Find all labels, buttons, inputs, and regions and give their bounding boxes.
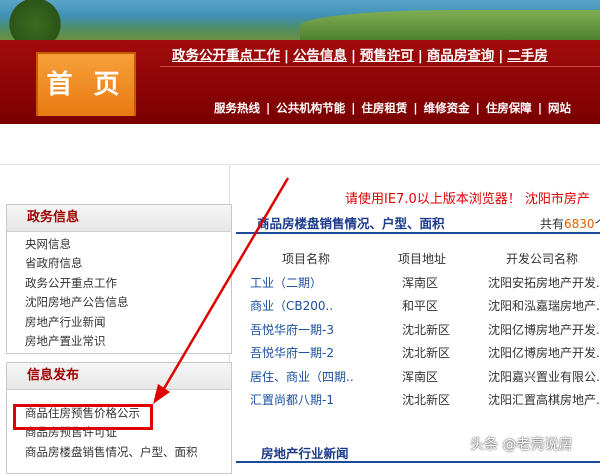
nav-link-housing-security[interactable]: 住房保障	[486, 101, 532, 115]
top-nav: 政务公开重点工作 | 公告信息 | 预售许可 | 商品房查询 | 二手房	[172, 48, 548, 64]
developer-name: 沈阳汇置高棋房地产...	[488, 393, 600, 407]
nav-link-site[interactable]: 网站	[548, 101, 571, 115]
sales-table: 项目名称 项目地址 开发公司名称 工业（二期） 浑南区 沈阳安拓房地产开发...…	[236, 248, 600, 413]
banner-tree	[0, 0, 70, 40]
nav-link-maintenance-fund[interactable]: 维修资金	[424, 101, 470, 115]
project-address: 浑南区	[402, 275, 439, 290]
table-row: 商业（CB200.. 和平区 沈阳和泓嘉瑞房地产...	[236, 295, 600, 319]
browser-notice: 请使用IE7.0以上版本浏览器！ 沈阳市房产	[345, 192, 590, 207]
info-release-title: 信息发布	[7, 363, 231, 390]
table-row: 汇置尚都八期-1 沈北新区 沈阳汇置高棋房地产...	[236, 389, 600, 413]
gov-info-title: 政务信息	[7, 205, 231, 232]
project-link[interactable]: 居住、商业（四期..	[250, 366, 354, 390]
project-link[interactable]: 商业（CB200..	[250, 295, 333, 319]
count-value: 6830	[564, 217, 595, 231]
nav-divider	[160, 66, 600, 67]
sidebar-item-sales-status[interactable]: 商品房楼盘销售情况、户型、面积	[25, 443, 231, 462]
secondary-nav: 服务热线 | 公共机构节能 | 住房租赁 | 维修资金 | 住房保障 | 网站	[214, 101, 572, 115]
project-address: 浑南区	[402, 369, 439, 384]
project-address: 和平区	[402, 299, 439, 313]
table-row: 居住、商业（四期.. 浑南区 沈阳嘉兴置业有限公...	[236, 366, 600, 390]
header-spacer	[0, 124, 600, 165]
table-row: 吾悦华府一期-3 沈北新区 沈阳亿博房地产开发...	[236, 319, 600, 343]
nav-link-housing-query[interactable]: 商品房查询	[427, 48, 495, 64]
nav-link-announcements[interactable]: 公告信息	[293, 48, 347, 64]
news-section-title[interactable]: 房地产行业新闻	[261, 443, 349, 462]
nav-link-presale-permit[interactable]: 预售许可	[360, 48, 414, 64]
nav-link-second-hand[interactable]: 二手房	[507, 48, 548, 64]
table-row: 吾悦华府一期-2 沈北新区 沈阳亿博房地产开发...	[236, 342, 600, 366]
sidebar-item-central-info[interactable]: 央网信息	[25, 235, 231, 254]
sales-section-title[interactable]: 商品房楼盘销售情况、户型、面积	[257, 213, 445, 232]
project-address: 沈北新区	[402, 393, 451, 407]
project-link[interactable]: 工业（二期）	[250, 272, 322, 296]
table-row: 工业（二期） 浑南区 沈阳安拓房地产开发...	[236, 272, 600, 296]
col-developer: 开发公司名称	[506, 252, 579, 266]
developer-name: 沈阳和泓嘉瑞房地产...	[488, 299, 600, 313]
sidebar-item-provincial-info[interactable]: 省政府信息	[25, 254, 231, 273]
nav-link-energy[interactable]: 公共机构节能	[276, 101, 345, 115]
project-link[interactable]: 吾悦华府一期-3	[250, 319, 334, 343]
home-tab[interactable]: 首 页	[36, 52, 136, 116]
nav-link-rental[interactable]: 住房租赁	[361, 101, 407, 115]
developer-name: 沈阳亿博房地产开发...	[488, 346, 600, 360]
col-project-address: 项目地址	[398, 252, 447, 266]
gov-info-list: 央网信息 省政府信息 政务公开重点工作 沈阳房地产公告信息 房地产行业新闻 房地…	[7, 232, 231, 351]
developer-name: 沈阳安拓房地产开发...	[488, 275, 600, 290]
sidebar-item-buying-tips[interactable]: 房地产置业常识	[25, 332, 231, 351]
site-header: 政务公开重点工作 | 公告信息 | 预售许可 | 商品房查询 | 二手房 首 页 服务热线 | 公共…	[0, 0, 600, 124]
sidebar-item-industry-news[interactable]: 房地产行业新闻	[25, 313, 231, 332]
developer-name: 沈阳嘉兴置业有限公...	[488, 369, 600, 384]
table-header: 项目名称 项目地址 开发公司名称	[236, 248, 600, 272]
sidebar-item-announcements[interactable]: 沈阳房地产公告信息	[25, 293, 231, 312]
nav-link-hotline[interactable]: 服务热线	[214, 101, 260, 115]
section-rule	[236, 232, 600, 234]
news-rule	[236, 461, 600, 463]
nav-link-gov-open[interactable]: 政务公开重点工作	[172, 48, 280, 64]
sales-count: 共有6830个	[540, 215, 600, 232]
col-project-name: 项目名称	[282, 252, 331, 266]
project-link[interactable]: 汇置尚都八期-1	[250, 389, 334, 413]
count-prefix: 共有	[540, 217, 565, 231]
banner-image	[0, 0, 600, 42]
project-link[interactable]: 吾悦华府一期-2	[250, 342, 334, 366]
project-address: 沈北新区	[402, 346, 451, 360]
developer-name: 沈阳亿博房地产开发...	[488, 322, 600, 337]
watermark: 头条 @老亮说房	[470, 437, 573, 453]
highlight-box	[13, 404, 153, 430]
banner-landscape	[300, 10, 600, 42]
sidebar-item-gov-open[interactable]: 政务公开重点工作	[25, 274, 231, 293]
gov-info-panel: 政务信息 央网信息 省政府信息 政务公开重点工作 沈阳房地产公告信息 房地产行业…	[6, 204, 232, 354]
count-suffix: 个	[595, 217, 600, 231]
project-address: 沈北新区	[402, 322, 451, 337]
